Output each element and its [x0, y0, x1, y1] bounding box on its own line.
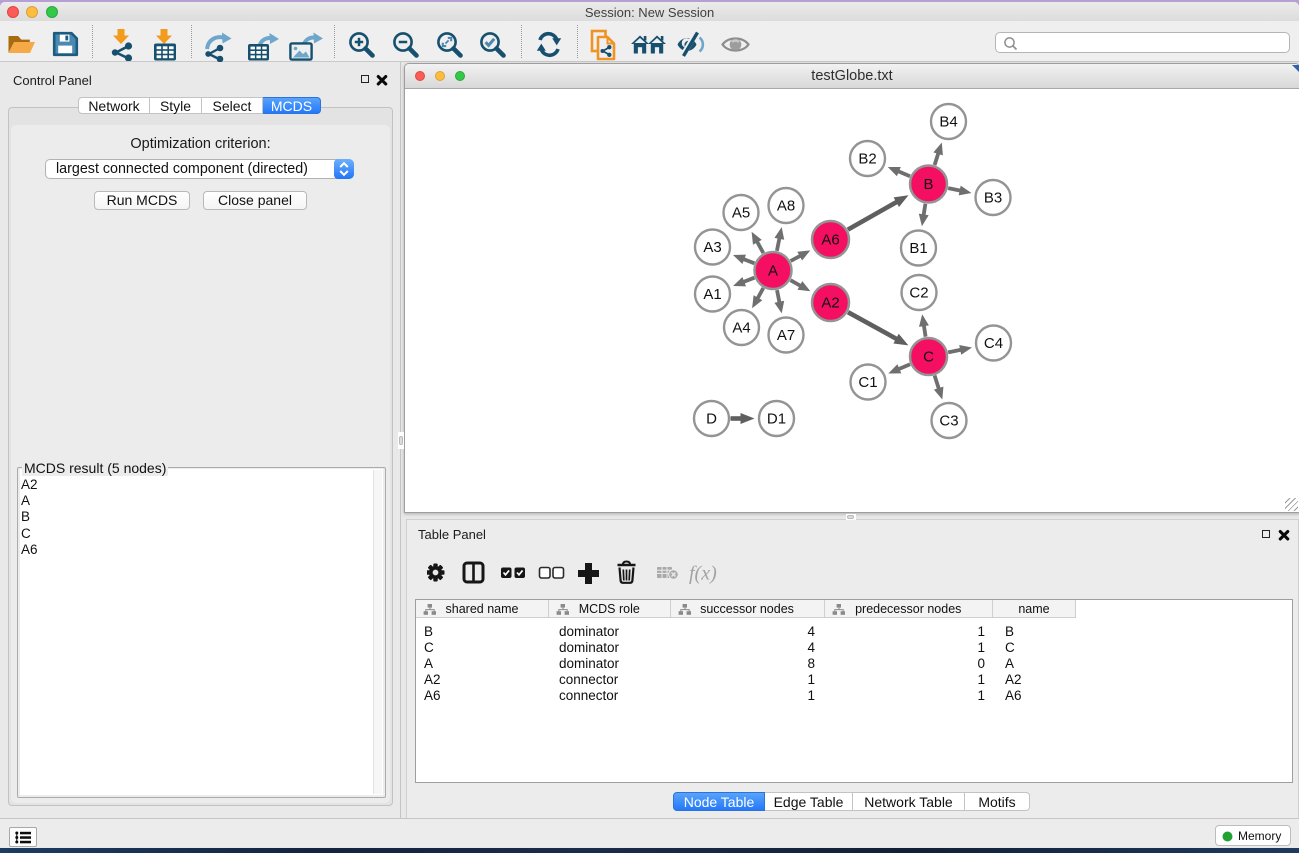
svg-text:B1: B1 — [909, 240, 927, 257]
svg-text:A5: A5 — [732, 205, 750, 222]
svg-text:A3: A3 — [703, 239, 721, 256]
svg-text:C4: C4 — [984, 335, 1003, 352]
svg-text:A: A — [768, 263, 778, 280]
svg-text:A2: A2 — [821, 295, 839, 312]
svg-text:A7: A7 — [777, 327, 795, 344]
svg-text:A6: A6 — [821, 232, 839, 249]
svg-text:f(x): f(x) — [689, 563, 717, 585]
svg-text:B4: B4 — [939, 114, 957, 131]
svg-text:A4: A4 — [732, 320, 750, 337]
svg-text:C1: C1 — [858, 374, 877, 391]
svg-text:C: C — [923, 349, 934, 366]
svg-text:C2: C2 — [909, 285, 928, 302]
svg-text:B3: B3 — [984, 190, 1002, 207]
svg-text:D1: D1 — [767, 411, 786, 428]
svg-text:A8: A8 — [777, 198, 795, 215]
svg-text:C3: C3 — [939, 413, 958, 430]
svg-text:A1: A1 — [703, 286, 721, 303]
svg-text:D: D — [706, 411, 717, 428]
svg-text:B2: B2 — [858, 151, 876, 168]
svg-text:B: B — [923, 176, 933, 193]
